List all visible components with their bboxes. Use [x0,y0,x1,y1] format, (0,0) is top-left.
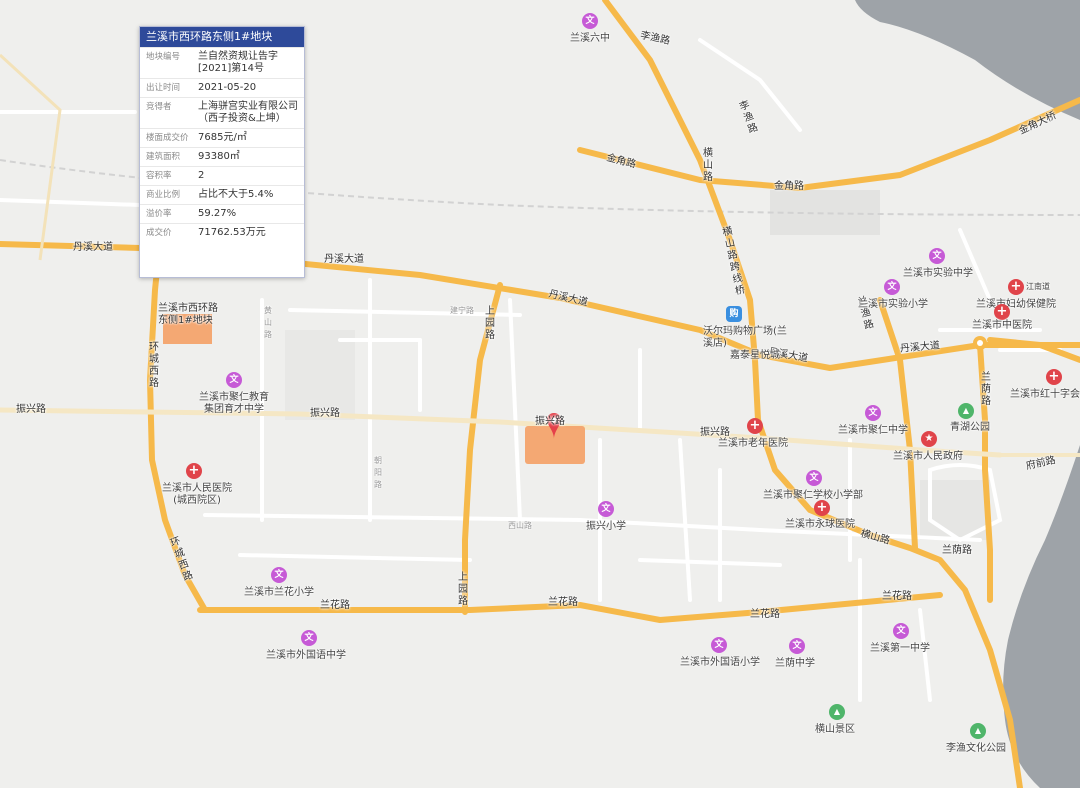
school-icon[interactable]: 文 [226,372,242,388]
shopping-bag-icon[interactable]: 购 [726,306,742,322]
road-shangyuan-2: 上园路 [458,572,468,607]
road-lanhua-4: 兰花路 [882,591,912,602]
school-icon[interactable]: 文 [865,405,881,421]
card-value: 93380㎡ [198,151,240,162]
card-value: 上海骈宫实业有限公司（西子投资&上坤） [198,101,298,124]
hospital-icon[interactable]: + [1046,369,1062,385]
poi-lanhua-pri[interactable]: 兰溪市兰花小学 [244,587,314,599]
school-icon[interactable]: 文 [598,501,614,517]
road-zhenxing-3: 振兴路 [535,416,565,427]
road-lanhua-1: 兰花路 [320,600,350,611]
poi-qinghu[interactable]: 青湖公园 [950,422,990,434]
road-lanhua-3: 兰花路 [750,609,780,620]
school-icon[interactable]: 文 [271,567,287,583]
card-value: 59.27% [198,208,237,219]
card-key: 商业比例 [146,190,181,200]
school-icon[interactable]: 文 [884,279,900,295]
road-lanyin-1: 兰荫路 [942,545,972,556]
parcel-info-card: 兰溪市西环路东侧1#地块 地块编号 兰自然资规让告字[2021]第14号 出让时间… [139,26,305,278]
school-icon[interactable]: 文 [806,470,822,486]
card-row: 竞得者 上海骈宫实业有限公司（西子投资&上坤） [140,97,304,128]
card-key: 建筑面积 [146,152,181,162]
poi-waiguoyu-pri[interactable]: 兰溪市外国语小学 [680,657,760,669]
road-lanhua-2: 兰花路 [548,597,578,608]
park-icon[interactable]: ▲ [958,403,974,419]
scenic-mountain-icon[interactable]: ▲ [829,704,845,720]
card-row: 出让时间 2021-05-20 [140,78,304,97]
road-zhenxing-1: 振兴路 [16,404,46,415]
poi-liyu-park[interactable]: 李渔文化公园 [946,743,1006,755]
school-icon[interactable]: 文 [893,623,909,639]
card-key: 容积率 [146,171,172,181]
parcel-label: 兰溪市西环路东侧1#地块 [158,303,218,326]
road-danxi-1: 丹溪大道 [73,242,113,253]
road-huangshan: 黄山路 [264,306,272,339]
poi-juren-pri[interactable]: 兰溪市聚仁学校小学部 [763,490,863,502]
poi-fuyou[interactable]: 兰溪市妇幼保健院 [976,299,1056,311]
poi-hongshizi[interactable]: 兰溪市红十字会 [1010,389,1080,401]
road-jianning: 建宁路 [450,306,474,315]
school-icon[interactable]: 文 [301,630,317,646]
card-row: 建筑面积 93380㎡ [140,147,304,166]
poi-zhenxing-pri[interactable]: 振兴小学 [586,521,626,533]
park-icon[interactable]: ▲ [970,723,986,739]
poi-laonian[interactable]: 兰溪市老年医院 [718,438,788,450]
road-lanyin-2: 兰荫路 [981,372,991,407]
poi-zhongyi[interactable]: 兰溪市中医院 [972,320,1032,332]
card-key: 楼面成交价 [146,133,189,143]
card-row: 溢价率 59.27% [140,204,304,223]
road-shangyuan-1: 上园路 [485,306,495,341]
poi-yongqiu[interactable]: 兰溪市永球医院 [785,519,855,531]
poi-waiguoyu-mid[interactable]: 兰溪市外国语中学 [266,650,346,662]
school-icon[interactable]: 文 [582,13,598,29]
poi-walmart[interactable]: 沃尔玛购物广场(兰溪店) [703,326,793,350]
road-hengshan-1: 横山路 [703,148,713,183]
card-row: 楼面成交价 7685元/㎡ [140,128,304,147]
government-star-icon[interactable]: ★ [921,431,937,447]
poi-jiatai[interactable]: 嘉泰星悦城 [730,350,780,362]
card-title: 兰溪市西环路东侧1#地块 [140,27,304,47]
card-row: 容积率 2 [140,166,304,185]
card-row: 成交价 71762.53万元 [140,223,304,242]
card-key: 出让时间 [146,83,181,93]
hospital-icon[interactable]: + [186,463,202,479]
card-value: 71762.53万元 [198,227,266,238]
road-chaoyang: 朝阳路 [374,456,382,489]
card-key: 竞得者 [146,102,172,112]
hospital-icon[interactable]: + [994,304,1010,320]
card-row: 商业比例 占比不大于5.4% [140,185,304,204]
poi-hengshan-scenic[interactable]: 横山景区 [815,724,855,736]
poi-shiyan-mid[interactable]: 兰溪市实验中学 [903,268,973,280]
card-value: 占比不大于5.4% [198,189,274,200]
poi-renmin-hosp[interactable]: 兰溪市人民医院(城西院区) [162,483,232,507]
card-key: 溢价率 [146,209,172,219]
school-icon[interactable]: 文 [789,638,805,654]
card-value: 兰自然资规让告字[2021]第14号 [198,51,278,74]
card-value: 7685元/㎡ [198,132,247,143]
card-row: 地块编号 兰自然资规让告字[2021]第14号 [140,47,304,78]
hospital-icon[interactable]: + [814,500,830,516]
road-xishan: 西山路 [508,521,532,530]
road-huancheng-w1: 环城西路 [149,342,159,389]
hospital-icon[interactable]: + [1008,279,1024,295]
road-zhenxing-2: 振兴路 [310,408,340,419]
poi-shiyan-pri[interactable]: 兰溪市实验小学 [858,299,928,311]
card-value: 2021-05-20 [198,82,257,93]
card-key: 地块编号 [146,52,181,62]
road-jinjiao-2: 金角路 [774,181,804,192]
poi-lanxi6[interactable]: 兰溪六中 [570,33,610,45]
school-icon[interactable]: 文 [711,637,727,653]
poi-juren-edu[interactable]: 兰溪市聚仁教育集团育才中学 [198,392,270,416]
card-value: 2 [198,170,205,181]
school-icon[interactable]: 文 [929,248,945,264]
hospital-icon[interactable]: + [747,418,763,434]
poi-lanyin-mid[interactable]: 兰荫中学 [775,658,815,670]
poi-jiangnan: 江南道 [1026,282,1050,291]
card-key: 成交价 [146,228,172,238]
poi-diyi-mid[interactable]: 兰溪第一中学 [870,643,930,655]
poi-juren-mid[interactable]: 兰溪市聚仁中学 [838,425,908,437]
road-danxi-2: 丹溪大道 [324,254,364,265]
poi-renmin-gov[interactable]: 兰溪市人民政府 [893,451,963,463]
